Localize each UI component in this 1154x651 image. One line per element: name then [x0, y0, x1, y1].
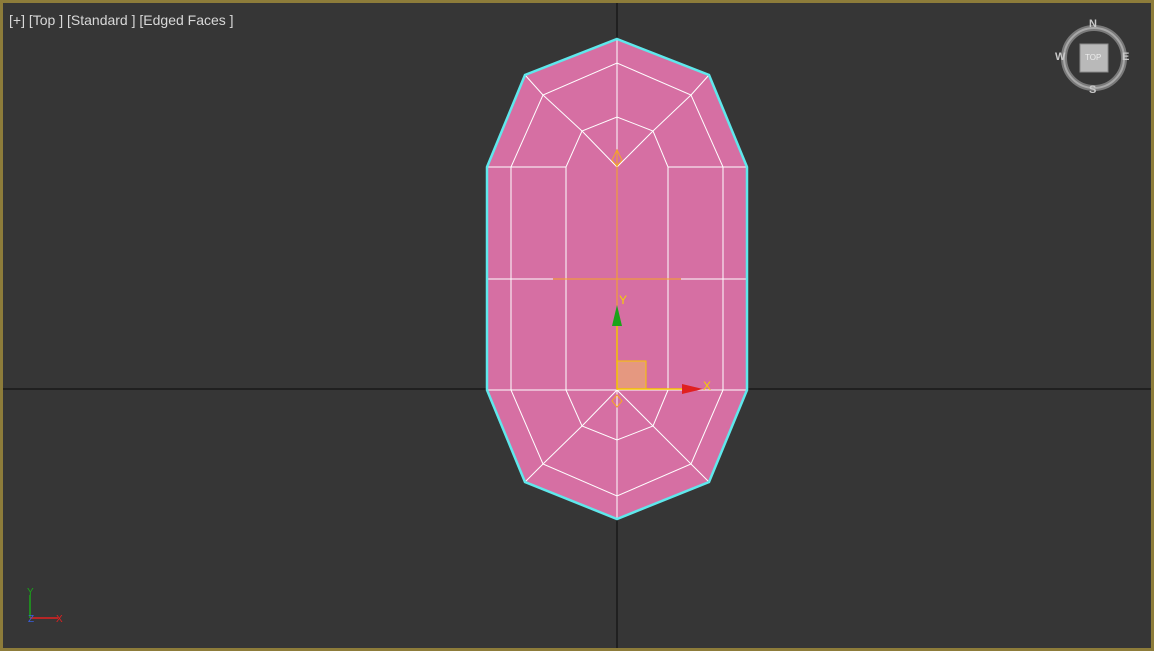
world-axis-y-label: Y	[27, 587, 34, 598]
gizmo-x-label: X	[703, 379, 711, 393]
world-axis-tripod: Y X Z	[27, 587, 63, 625]
viewcube[interactable]: N S E W TOP	[1055, 18, 1135, 98]
world-axis-z-label: Z	[28, 614, 34, 625]
gizmo-y-label: Y	[619, 293, 627, 307]
world-axis-x-label: X	[56, 614, 63, 625]
viewport-scene[interactable]: Y X	[0, 0, 1154, 651]
viewcube-west-label[interactable]: W	[1055, 51, 1065, 63]
viewcube-east-label[interactable]: E	[1122, 51, 1129, 63]
viewcube-face-label[interactable]: TOP	[1085, 53, 1101, 62]
gizmo-xy-plane-handle[interactable]	[616, 360, 647, 390]
viewcube-north-label[interactable]: N	[1089, 18, 1097, 30]
viewcube-south-label[interactable]: S	[1089, 84, 1096, 96]
